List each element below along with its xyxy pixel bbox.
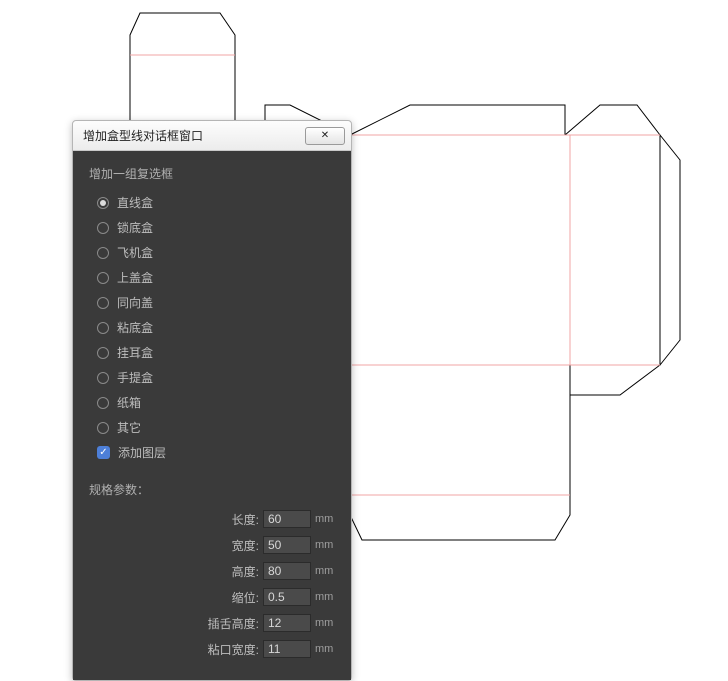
box-type-label: 锁底盒 <box>117 219 153 236</box>
dialog-panel: 增加一组复选框 直线盒锁底盒飞机盒上盖盒同向盖粘底盒挂耳盒手提盒纸箱其它 ✓ 添… <box>73 151 351 680</box>
radio-icon[interactable] <box>97 297 109 309</box>
box-type-label: 其它 <box>117 419 141 436</box>
box-type-label: 直线盒 <box>117 194 153 211</box>
param-input[interactable] <box>263 588 311 606</box>
box-type-option[interactable]: 手提盒 <box>89 365 335 390</box>
radio-icon[interactable] <box>97 247 109 259</box>
box-type-option[interactable]: 纸箱 <box>89 390 335 415</box>
param-input[interactable] <box>263 614 311 632</box>
box-type-label: 手提盒 <box>117 369 153 386</box>
add-layer-checkbox[interactable]: ✓ <box>97 446 110 459</box>
dialog-titlebar[interactable]: 增加盒型线对话框窗口 ✕ <box>73 121 351 151</box>
unit-label: mm <box>315 591 333 603</box>
box-type-option[interactable]: 其它 <box>89 415 335 440</box>
param-row: 高度: mm <box>89 558 335 584</box>
unit-label: mm <box>315 565 333 577</box>
radio-icon[interactable] <box>97 197 109 209</box>
close-button[interactable]: ✕ <box>305 127 345 145</box>
param-label: 插舌高度: <box>208 615 259 632</box>
box-type-option[interactable]: 飞机盒 <box>89 240 335 265</box>
box-type-option[interactable]: 上盖盒 <box>89 265 335 290</box>
param-label: 高度: <box>232 563 259 580</box>
box-type-option[interactable]: 挂耳盒 <box>89 340 335 365</box>
param-label: 长度: <box>232 511 259 528</box>
radio-icon[interactable] <box>97 347 109 359</box>
unit-label: mm <box>315 643 333 655</box>
box-type-option[interactable]: 锁底盒 <box>89 215 335 240</box>
radio-icon[interactable] <box>97 322 109 334</box>
dialog-title: 增加盒型线对话框窗口 <box>83 127 203 144</box>
param-row: 宽度: mm <box>89 532 335 558</box>
radio-icon[interactable] <box>97 272 109 284</box>
unit-label: mm <box>315 513 333 525</box>
box-dialog: 增加盒型线对话框窗口 ✕ 增加一组复选框 直线盒锁底盒飞机盒上盖盒同向盖粘底盒挂… <box>72 120 352 681</box>
box-type-option[interactable]: 直线盒 <box>89 190 335 215</box>
radio-icon[interactable] <box>97 397 109 409</box>
param-input[interactable] <box>263 562 311 580</box>
params-title: 规格参数： <box>89 481 335 498</box>
box-type-label: 纸箱 <box>117 394 141 411</box>
param-label: 粘口宽度: <box>208 641 259 658</box>
param-input[interactable] <box>263 510 311 528</box>
box-type-option[interactable]: 同向盖 <box>89 290 335 315</box>
params-section: 规格参数： 长度: mm 宽度: mm 高度: mm 缩位: mm 插舌高度: mm 粘口宽度: mm <box>89 481 335 662</box>
group-title: 增加一组复选框 <box>89 165 335 182</box>
close-icon: ✕ <box>321 130 329 141</box>
radio-icon[interactable] <box>97 422 109 434</box>
box-type-option[interactable]: 粘底盒 <box>89 315 335 340</box>
radio-icon[interactable] <box>97 222 109 234</box>
box-type-label: 挂耳盒 <box>117 344 153 361</box>
param-label: 宽度: <box>232 537 259 554</box>
unit-label: mm <box>315 539 333 551</box>
box-type-radio-group: 直线盒锁底盒飞机盒上盖盒同向盖粘底盒挂耳盒手提盒纸箱其它 <box>89 190 335 440</box>
param-row: 缩位: mm <box>89 584 335 610</box>
param-row: 长度: mm <box>89 506 335 532</box>
add-layer-row[interactable]: ✓ 添加图层 <box>89 440 335 465</box>
box-type-label: 同向盖 <box>117 294 153 311</box>
param-row: 插舌高度: mm <box>89 610 335 636</box>
add-layer-label: 添加图层 <box>118 444 166 461</box>
param-label: 缩位: <box>232 589 259 606</box>
param-input[interactable] <box>263 640 311 658</box>
param-input[interactable] <box>263 536 311 554</box>
box-type-label: 飞机盒 <box>117 244 153 261</box>
unit-label: mm <box>315 617 333 629</box>
box-type-label: 上盖盒 <box>117 269 153 286</box>
box-type-label: 粘底盒 <box>117 319 153 336</box>
radio-icon[interactable] <box>97 372 109 384</box>
param-row: 粘口宽度: mm <box>89 636 335 662</box>
